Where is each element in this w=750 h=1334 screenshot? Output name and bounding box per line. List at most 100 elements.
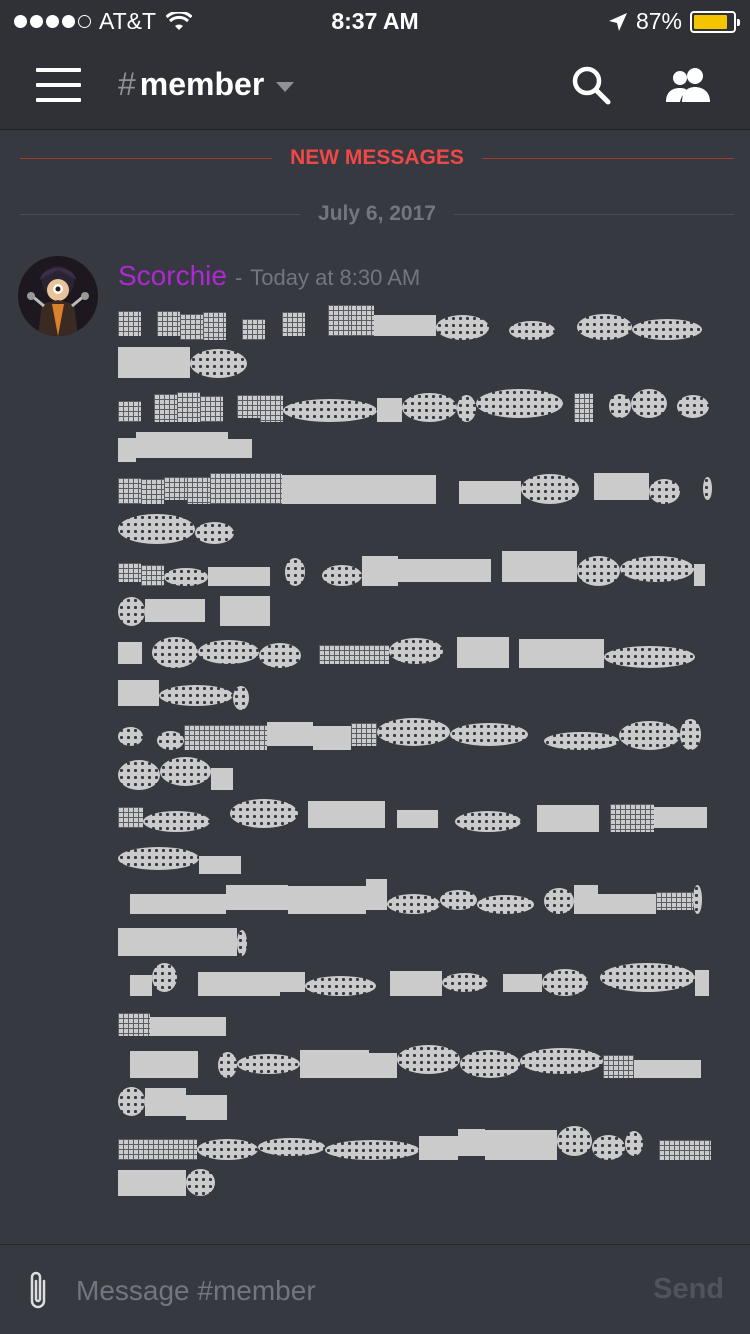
garbled-glyph <box>322 565 362 586</box>
garbled-glyph <box>157 731 184 750</box>
garbled-glyph <box>233 686 249 710</box>
channel-selector[interactable]: # member <box>118 66 295 103</box>
garbled-glyph <box>258 1138 325 1156</box>
message-author[interactable]: Scorchie <box>118 260 227 292</box>
garbled-glyph <box>141 565 164 586</box>
garbled-glyph <box>145 599 205 622</box>
garbled-glyph <box>152 963 177 992</box>
garbled-glyph <box>542 969 588 996</box>
garbled-glyph <box>118 1087 145 1116</box>
hamburger-icon[interactable] <box>36 68 81 102</box>
garbled-glyph <box>198 972 280 996</box>
garbled-glyph <box>143 811 210 832</box>
garbled-glyph <box>339 475 436 504</box>
garbled-glyph <box>187 477 210 504</box>
garbled-glyph <box>577 556 620 586</box>
garbled-glyph <box>574 393 593 422</box>
avatar-image <box>18 256 98 336</box>
status-bar: AT&T 8:37 AM 87% <box>0 0 750 40</box>
garbled-glyph <box>402 393 457 422</box>
garbled-glyph <box>544 732 619 750</box>
garbled-glyph <box>397 810 438 828</box>
garbled-glyph <box>282 312 305 336</box>
garbled-glyph <box>366 879 387 910</box>
garbled-glyph <box>520 1048 603 1074</box>
garbled-glyph <box>485 1130 557 1160</box>
garbled-glyph <box>398 559 491 582</box>
avatar[interactable] <box>18 256 98 336</box>
garbled-glyph <box>377 718 450 746</box>
garbled-glyph <box>600 963 695 992</box>
garbled-glyph <box>557 805 599 832</box>
garbled-glyph <box>544 888 574 914</box>
garbled-glyph <box>118 727 143 746</box>
message-input[interactable] <box>76 1269 616 1313</box>
date-divider: July 6, 2017 <box>20 202 735 226</box>
garbled-glyph <box>598 894 656 914</box>
garbled-glyph <box>267 722 313 746</box>
garbled-glyph <box>211 768 234 790</box>
garbled-glyph <box>362 556 398 586</box>
garbled-glyph <box>369 1053 397 1078</box>
garbled-glyph <box>159 685 233 706</box>
garbled-glyph <box>218 1052 237 1078</box>
garbled-glyph <box>150 1017 227 1036</box>
garbled-glyph <box>625 1131 643 1156</box>
garbled-glyph <box>325 1140 419 1160</box>
garbled-glyph <box>242 319 265 340</box>
garbled-glyph <box>198 640 259 664</box>
garbled-glyph <box>228 439 252 458</box>
garbled-glyph <box>130 1051 198 1078</box>
garbled-glyph <box>154 394 177 422</box>
garbled-glyph <box>118 847 199 870</box>
garbled-glyph <box>436 315 489 340</box>
garbled-glyph <box>604 646 695 668</box>
search-icon[interactable] <box>570 64 612 106</box>
garbled-glyph <box>390 971 442 996</box>
garbled-glyph <box>136 432 228 458</box>
garbled-glyph <box>397 1045 460 1074</box>
garbled-glyph <box>230 799 298 828</box>
garbled-glyph <box>374 315 436 336</box>
garbled-glyph <box>226 885 288 910</box>
garbled-glyph <box>442 973 488 992</box>
garbled-glyph <box>419 1136 458 1160</box>
garbled-glyph <box>180 314 203 340</box>
garbled-glyph <box>619 721 680 750</box>
send-button[interactable]: Send <box>653 1273 724 1306</box>
garbled-glyph <box>118 347 190 378</box>
garbled-glyph <box>458 1129 485 1156</box>
message-timestamp: Today at 8:30 AM <box>250 265 421 290</box>
garbled-glyph <box>457 395 476 422</box>
garbled-glyph <box>557 1126 592 1156</box>
garbled-glyph <box>186 1095 227 1120</box>
garbled-glyph <box>285 558 305 586</box>
garbled-glyph <box>620 556 694 582</box>
status-right: 87% <box>608 8 740 35</box>
garbled-glyph <box>503 974 542 992</box>
garbled-glyph <box>680 719 701 750</box>
garbled-glyph <box>457 637 509 668</box>
garbled-glyph <box>574 885 598 914</box>
garbled-glyph <box>693 885 703 914</box>
garbled-glyph <box>118 680 159 706</box>
garbled-glyph <box>300 1050 369 1078</box>
members-icon[interactable] <box>664 66 712 106</box>
battery-icon <box>690 10 740 33</box>
garbled-glyph <box>460 1050 520 1078</box>
garbled-glyph <box>282 475 339 504</box>
garbled-glyph <box>387 894 440 914</box>
message-content <box>0 0 750 1240</box>
garbled-glyph <box>694 564 706 586</box>
garbled-glyph <box>305 976 376 996</box>
garbled-glyph <box>603 1055 634 1078</box>
garbled-glyph <box>184 725 267 750</box>
paperclip-icon[interactable] <box>24 1269 52 1313</box>
channel-hash: # <box>118 66 136 102</box>
garbled-glyph <box>208 567 270 586</box>
garbled-glyph <box>186 1169 215 1196</box>
message-separator: - <box>234 265 243 290</box>
garbled-glyph <box>659 1140 712 1160</box>
garbled-glyph <box>594 473 649 500</box>
garbled-glyph <box>118 1013 150 1036</box>
